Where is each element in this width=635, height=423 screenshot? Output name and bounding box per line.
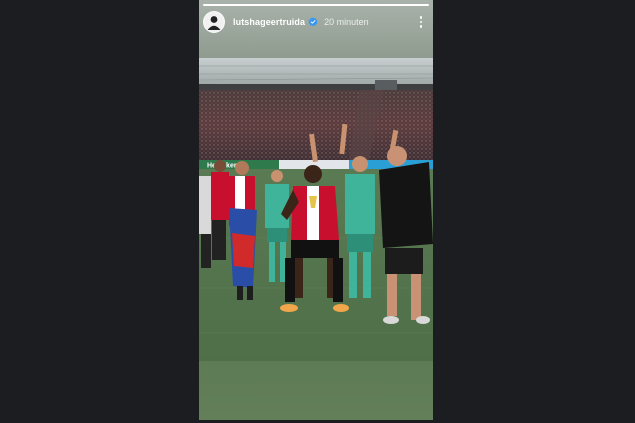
more-options-icon[interactable] [415,15,427,29]
post-time: 20 minuten [324,17,369,27]
story-viewer: lutshageertruida 20 minuten [0,0,635,423]
story-bottom-area [199,361,433,420]
story-progress-bar [203,4,429,6]
story-photo: Heineken [199,58,433,361]
story-progress-fill [203,4,429,6]
story-frame[interactable]: lutshageertruida 20 minuten [199,0,433,420]
verified-badge-icon [308,17,318,27]
profile-picture-icon [207,16,221,30]
username[interactable]: lutshageertruida [233,17,305,27]
avatar[interactable] [203,11,225,33]
story-header: lutshageertruida 20 minuten [203,10,427,34]
